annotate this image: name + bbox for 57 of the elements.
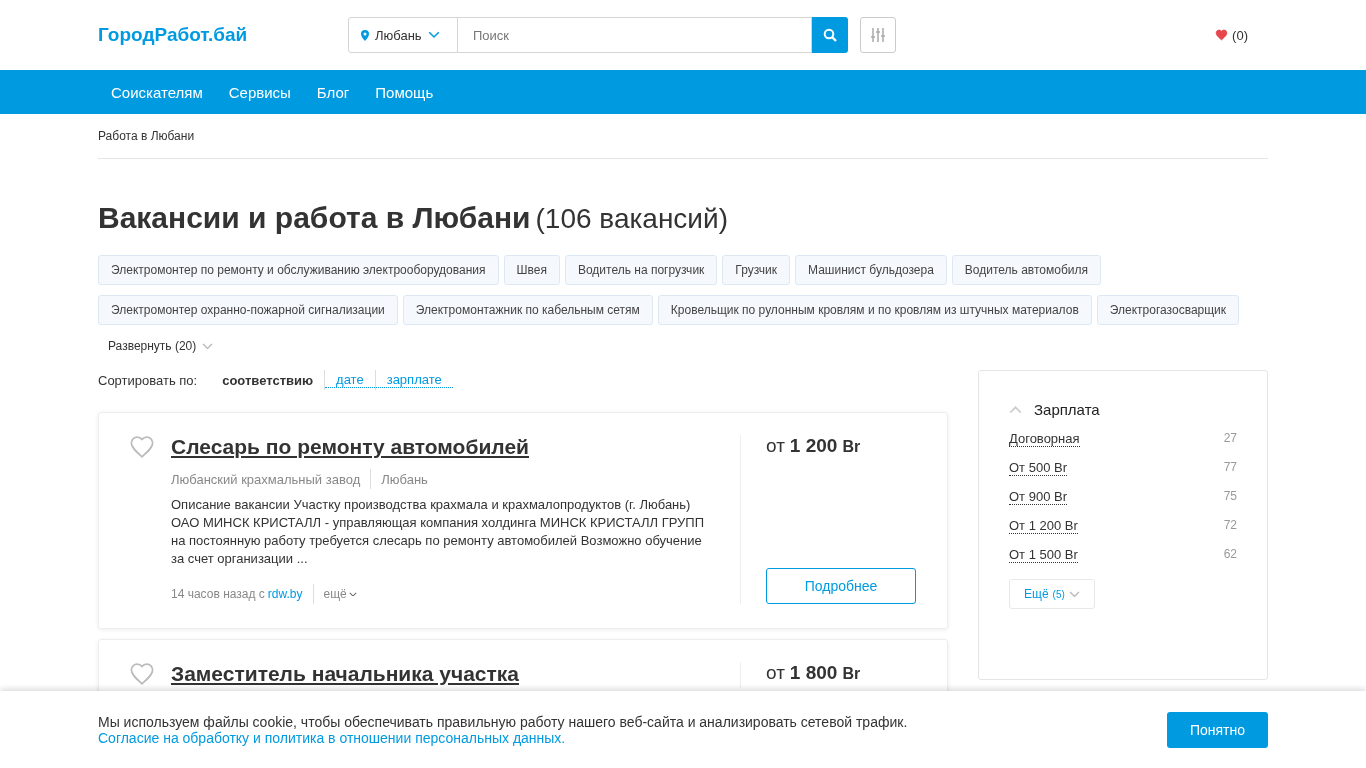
vacancy-city: Любань: [380, 471, 429, 487]
search-button[interactable]: [812, 17, 848, 53]
chevron-down-icon: [202, 342, 214, 350]
vacancy-count: (106 вакансий): [535, 203, 728, 235]
city-select[interactable]: Любань: [348, 17, 458, 53]
option-count: 77: [1223, 460, 1237, 476]
option-count: 27: [1223, 431, 1237, 447]
chevron-down-icon: [348, 591, 357, 597]
heart-icon[interactable]: [129, 435, 155, 459]
profession-tag[interactable]: Электромонтер по ремонту и обслуживанию электрооборудования: [98, 255, 499, 285]
filter-option[interactable]: Договорная: [1009, 431, 1080, 447]
profession-tag[interactable]: Водитель автомобиля: [951, 255, 1101, 285]
filter-option[interactable]: От 1 500 Br: [1009, 547, 1078, 563]
more-button[interactable]: ещё: [313, 587, 367, 601]
cookie-text: Мы используем файлы cookie, чтобы обеспечивать правильную работу нашего веб-сайта и анализировать сетевой трафик. Согласие на обработку и политика в отношении персональных данных.: [98, 713, 908, 746]
salary-prefix: от: [766, 435, 785, 457]
posted-time: 14 часов назад с: [171, 587, 265, 601]
company-name: Любанский крахмальный завод: [171, 471, 362, 487]
profession-tag[interactable]: Машинист бульдозера: [795, 255, 947, 285]
profession-tag[interactable]: Электрогазосварщик: [1096, 295, 1240, 325]
filter-header[interactable]: Зарплата: [1009, 401, 1100, 418]
salary-amount: 1 200: [789, 435, 838, 457]
profession-tag[interactable]: Электромонтажник по кабельным сетям: [402, 295, 653, 325]
salary-currency: Br: [842, 665, 861, 683]
expand-button[interactable]: Развернуть (20): [98, 339, 224, 353]
heart-icon[interactable]: [129, 662, 155, 686]
filter-option[interactable]: От 900 Br: [1009, 489, 1067, 505]
heart-icon: [1215, 29, 1229, 41]
salary-amount: 1 800: [789, 662, 838, 684]
profession-tag[interactable]: Водитель на погрузчик: [564, 255, 718, 285]
chevron-down-icon: [1068, 590, 1080, 598]
vacancy-description: Описание вакансии Участку производства крахмала и крахмалопродуктов (г. Любань) ОАО МИНСК КРИСТАЛЛ - управляющая компания холдинга МИНСК КРИСТАЛЛ ГРУПП на постоянную работу требуется слесарь по ремонту автомобилей Возможно обучение за счет организации ...: [171, 496, 705, 568]
option-count: 62: [1223, 547, 1237, 563]
chevron-down-icon: [427, 31, 440, 39]
map-pin-icon: [361, 29, 369, 41]
filter-option[interactable]: От 500 Br: [1009, 460, 1067, 476]
favorites-link[interactable]: (0): [1215, 27, 1248, 43]
sort-label: Сортировать по:: [98, 372, 198, 388]
filter-button[interactable]: [860, 17, 896, 53]
profession-tag[interactable]: Электромонтер охранно-пожарной сигнализации: [98, 295, 398, 325]
vacancy-title[interactable]: Слесарь по ремонту автомобилей: [171, 435, 529, 458]
chevron-up-icon: [1009, 405, 1022, 414]
profession-tag[interactable]: Швея: [503, 255, 560, 285]
salary-prefix: от: [766, 662, 785, 684]
page-title: Вакансии и работа в Любани: [98, 201, 531, 235]
vacancy-title[interactable]: Заместитель начальника участка: [171, 662, 519, 685]
breadcrumb-link[interactable]: Работа в Любани: [98, 114, 1268, 159]
option-count: 72: [1223, 518, 1237, 534]
profession-tag[interactable]: Грузчик: [722, 255, 790, 285]
search-field[interactable]: Поиск: [458, 17, 812, 53]
salary-currency: Br: [842, 438, 861, 456]
sort-option[interactable]: соответствию: [211, 372, 325, 388]
sliders-icon: [871, 27, 885, 43]
option-count: 75: [1223, 489, 1237, 505]
profession-tag[interactable]: Кровельщик по рулонным кровлям и по кровлям из штучных материалов: [657, 295, 1092, 325]
search-icon: [823, 28, 837, 42]
filter-option[interactable]: От 1 200 Br: [1009, 518, 1078, 534]
